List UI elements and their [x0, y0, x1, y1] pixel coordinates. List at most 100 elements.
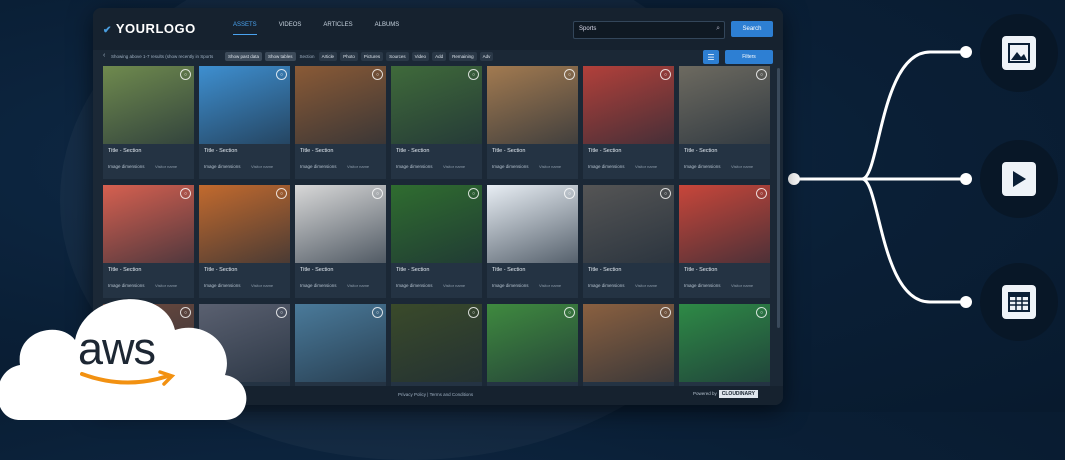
search-value: Sports [579, 26, 597, 32]
chip-tag[interactable]: Remaining [449, 52, 477, 61]
select-icon[interactable]: ○ [756, 69, 767, 80]
asset-title: Title - Section [684, 148, 718, 154]
tab-albums[interactable]: ALBUMS [375, 22, 400, 35]
select-icon[interactable]: ○ [564, 188, 575, 199]
asset-title: Title - Section [396, 267, 430, 273]
asset-title: Title - Section [588, 267, 622, 273]
asset-card[interactable]: ○ Title - Section Image dimensions Visitor … [199, 66, 290, 179]
asset-title: Title - Section [396, 148, 430, 154]
asset-title: Title - Section [492, 148, 526, 154]
asset-meta: Visitor name [347, 283, 370, 288]
filter-bar: ‹ Showing above 1-7 results (show recent… [103, 50, 773, 66]
search-icon[interactable]: ⌕ [716, 25, 720, 33]
asset-card[interactable]: ○ Title - Section Image dimensions Visitor … [583, 66, 674, 179]
tab-videos[interactable]: VIDEOS [279, 22, 302, 35]
aws-smile-icon [80, 370, 176, 386]
logo[interactable]: ✔ YOURLOGO [103, 21, 196, 36]
select-icon[interactable]: ○ [660, 307, 671, 318]
asset-card[interactable]: ○ Title - Section Image dimensions Visitor … [295, 66, 386, 179]
asset-meta: Visitor name [443, 164, 466, 169]
image-icon-circle [980, 14, 1058, 92]
chip-tag[interactable]: Pictures [360, 52, 384, 61]
select-icon[interactable]: ○ [468, 307, 479, 318]
select-icon[interactable]: ○ [276, 307, 287, 318]
chip-tag[interactable]: Video [411, 52, 430, 61]
asset-dimensions: Image dimensions [300, 164, 337, 169]
asset-meta: Visitor name [443, 283, 466, 288]
footer-links[interactable]: Privacy Policy | Terms and Conditions [398, 392, 473, 397]
asset-card[interactable]: ○ Title - Section Image dimensions Visitor … [679, 185, 770, 298]
filters-button[interactable]: Filters [725, 50, 773, 64]
select-icon[interactable]: ○ [468, 188, 479, 199]
asset-card[interactable]: ○ Title - Section Image dimensions Visitor … [391, 66, 482, 179]
select-icon[interactable]: ○ [468, 69, 479, 80]
search-button[interactable]: Search [731, 21, 773, 37]
asset-card[interactable]: ○ Title - Section Image dimensions Visitor … [487, 185, 578, 298]
asset-meta: Visitor name [635, 164, 658, 169]
chip-tag[interactable]: Photo [340, 52, 358, 61]
asset-dimensions: Image dimensions [684, 164, 721, 169]
powered-by: Powered by CLOUDINARY [693, 390, 758, 398]
asset-card[interactable]: ○ Title - Section Image dimensions Visitor … [391, 185, 482, 298]
select-icon[interactable]: ○ [180, 188, 191, 199]
asset-title: Title - Section [300, 148, 334, 154]
select-icon[interactable]: ○ [276, 188, 287, 199]
asset-title: Title - Section [300, 267, 334, 273]
result-summary: Showing above 1-7 results (show recently… [111, 54, 214, 59]
asset-card[interactable]: ○ Title - Section Image dimensions Visitor … [679, 66, 770, 179]
chip-tag[interactable]: Sources [386, 52, 409, 61]
asset-card[interactable]: ○ Title - Section Image dimensions Visitor … [487, 66, 578, 179]
asset-dimensions: Image dimensions [684, 283, 721, 288]
asset-card[interactable]: ○ Title - Section Image dimensions Visitor … [295, 185, 386, 298]
asset-meta: Visitor name [635, 283, 658, 288]
select-icon[interactable]: ○ [372, 188, 383, 199]
asset-dimensions: Image dimensions [492, 164, 529, 169]
chip-tag[interactable]: Add [432, 52, 447, 61]
asset-meta: Visitor name [539, 283, 562, 288]
select-icon[interactable]: ○ [276, 69, 287, 80]
select-icon[interactable]: ○ [372, 307, 383, 318]
brand-logo: CLOUDINARY [718, 390, 758, 398]
nav-tabs: ASSETS VIDEOS ARTICLES ALBUMS [233, 22, 399, 35]
list-icon: ☰ [707, 52, 715, 62]
aws-logo-text: aws [78, 323, 156, 374]
select-icon[interactable]: ○ [564, 307, 575, 318]
chip[interactable]: Show tables [265, 52, 296, 61]
header: ✔ YOURLOGO ASSETS VIDEOS ARTICLES ALBUMS … [93, 8, 783, 50]
chip-tag[interactable]: Adv [479, 52, 494, 61]
asset-title: Title - Section [108, 148, 142, 154]
asset-dimensions: Image dimensions [588, 283, 625, 288]
asset-dimensions: Image dimensions [300, 283, 337, 288]
back-arrow-icon[interactable]: ‹ [103, 52, 105, 59]
chip[interactable]: Show past data [225, 52, 263, 61]
asset-title: Title - Section [492, 267, 526, 273]
play-icon [1002, 162, 1036, 196]
asset-meta: Visitor name [731, 283, 754, 288]
asset-dimensions: Image dimensions [588, 164, 625, 169]
asset-meta: Visitor name [155, 164, 178, 169]
asset-dimensions: Image dimensions [108, 164, 145, 169]
select-icon[interactable]: ○ [564, 69, 575, 80]
select-icon[interactable]: ○ [756, 188, 767, 199]
search-input[interactable]: Sports ⌕ [573, 21, 725, 39]
scrollbar[interactable] [777, 68, 780, 328]
logo-text: YOURLOGO [115, 21, 196, 36]
chip-tag[interactable]: Article [318, 52, 338, 61]
select-icon[interactable]: ○ [660, 188, 671, 199]
asset-meta: Visitor name [539, 164, 562, 169]
select-icon[interactable]: ○ [180, 69, 191, 80]
video-icon-circle [980, 140, 1058, 218]
asset-dimensions: Image dimensions [396, 164, 433, 169]
image-icon [1002, 36, 1036, 70]
asset-dimensions: Image dimensions [396, 283, 433, 288]
chip-label: Section [299, 54, 315, 59]
select-icon[interactable]: ○ [756, 307, 767, 318]
select-icon[interactable]: ○ [660, 69, 671, 80]
select-icon[interactable]: ○ [372, 69, 383, 80]
asset-card[interactable]: ○ Title - Section Image dimensions Visitor … [583, 185, 674, 298]
asset-card[interactable]: ○ Title - Section Image dimensions Visitor … [103, 66, 194, 179]
tab-assets[interactable]: ASSETS [233, 22, 257, 35]
grid-view-button[interactable]: ☰ [703, 50, 719, 64]
tab-articles[interactable]: ARTICLES [323, 22, 352, 35]
asset-dimensions: Image dimensions [492, 283, 529, 288]
